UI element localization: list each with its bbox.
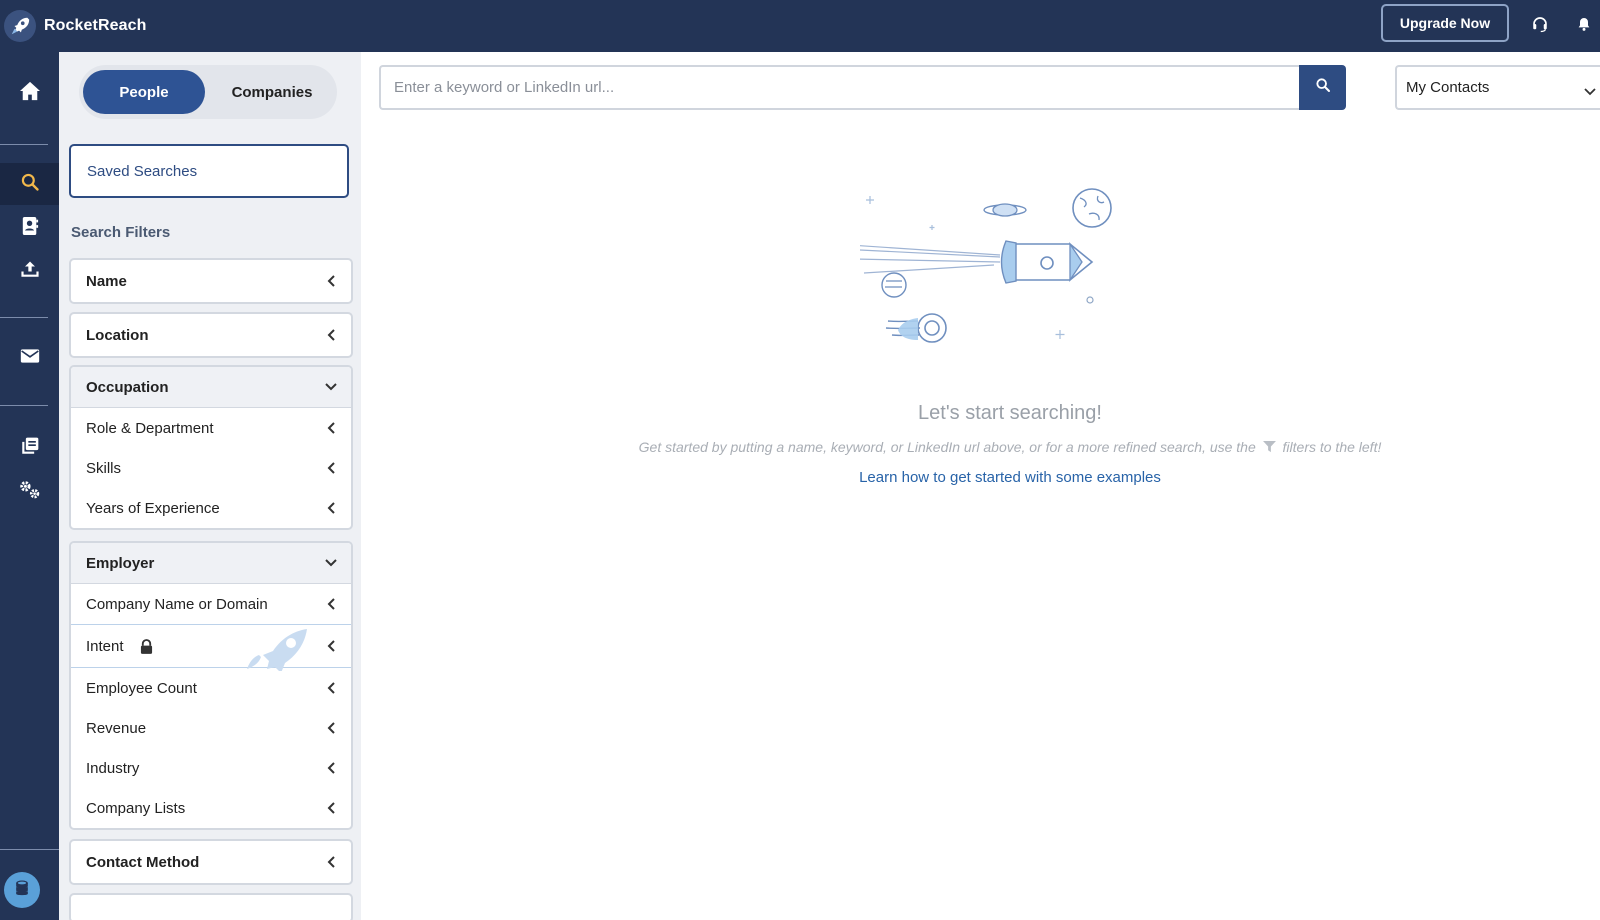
rail-divider <box>0 144 48 145</box>
rocket-logo-icon <box>4 10 36 42</box>
database-coins-icon <box>12 878 32 903</box>
chevron-left-icon <box>325 598 337 610</box>
chevron-left-icon <box>325 722 337 734</box>
filter-contact-method[interactable]: Contact Method <box>69 839 353 885</box>
saved-searches-button[interactable]: Saved Searches <box>69 144 349 198</box>
chevron-left-icon <box>325 682 337 694</box>
filter-location[interactable]: Location <box>69 312 353 358</box>
filter-label: Years of Experience <box>86 499 220 517</box>
filter-company-lists[interactable]: Company Lists <box>71 788 351 828</box>
bell-icon[interactable] <box>1572 12 1596 36</box>
chevron-left-icon <box>325 502 337 514</box>
search-submit-button[interactable] <box>1299 65 1346 110</box>
filter-contact-method-header[interactable]: Contact Method <box>71 841 351 883</box>
chevron-down-icon <box>325 381 337 393</box>
upgrade-now-button[interactable]: Upgrade Now <box>1381 4 1509 42</box>
nav-messages[interactable] <box>0 337 59 379</box>
funnel-icon <box>1262 440 1276 456</box>
rail-divider <box>0 317 48 318</box>
rocket-watermark-icon <box>247 629 307 671</box>
filter-employer-group: Employer Company Name or Domain Intent E… <box>69 541 353 830</box>
filter-label: Employer <box>86 554 155 572</box>
filter-label: Industry <box>86 759 140 777</box>
credits-avatar[interactable] <box>4 872 40 908</box>
filter-label: Employee Count <box>86 679 197 697</box>
filter-company-name-domain[interactable]: Company Name or Domain <box>71 584 351 624</box>
chevron-left-icon <box>325 640 337 652</box>
filter-location-header[interactable]: Location <box>71 314 351 356</box>
contacts-scope-select[interactable]: My Contacts <box>1395 65 1600 110</box>
filter-industry[interactable]: Industry <box>71 748 351 788</box>
headset-icon[interactable] <box>1528 12 1552 36</box>
chevron-left-icon <box>325 802 337 814</box>
filter-intent[interactable]: Intent <box>71 624 351 671</box>
nav-search[interactable] <box>0 163 59 205</box>
chevron-left-icon <box>325 762 337 774</box>
rocket-illustration <box>860 188 1112 343</box>
filter-next-partial[interactable] <box>69 893 353 920</box>
chevron-left-icon <box>325 329 337 341</box>
empty-state-title: Let's start searching! <box>918 402 1102 424</box>
filter-label: Company Name or Domain <box>86 595 268 613</box>
chevron-left-icon <box>325 856 337 868</box>
search-input[interactable] <box>379 65 1300 110</box>
filter-name[interactable]: Name <box>69 258 353 304</box>
nav-contacts[interactable] <box>0 207 59 249</box>
home-icon <box>19 81 41 106</box>
rail-divider <box>0 849 59 850</box>
contact-book-icon <box>21 216 39 241</box>
search-filters-heading: Search Filters <box>71 224 171 241</box>
chevron-down-icon <box>1584 83 1596 100</box>
filter-panel: People Companies Saved Searches Search F… <box>59 52 361 920</box>
upload-icon <box>20 259 40 284</box>
filter-years-experience[interactable]: Years of Experience <box>71 488 351 528</box>
envelope-icon <box>20 348 40 369</box>
filter-employer-header[interactable]: Employer <box>71 543 351 584</box>
empty-subtitle-before: Get started by putting a name, keyword, … <box>638 439 1256 455</box>
search-icon <box>1315 77 1331 98</box>
filter-label: Company Lists <box>86 799 186 817</box>
nav-home[interactable] <box>0 72 59 114</box>
contacts-scope-value: My Contacts <box>1406 79 1490 96</box>
filter-label: Occupation <box>86 378 169 396</box>
left-nav-rail <box>0 52 59 920</box>
filter-employee-count[interactable]: Employee Count <box>71 668 351 708</box>
chevron-down-icon <box>325 557 337 569</box>
people-companies-toggle: People Companies <box>79 65 337 119</box>
toggle-people[interactable]: People <box>83 70 205 114</box>
filter-revenue[interactable]: Revenue <box>71 708 351 748</box>
learn-examples-link[interactable]: Learn how to get started with some examp… <box>0 469 1600 486</box>
filter-label: Contact Method <box>86 853 200 871</box>
app-logo[interactable]: RocketReach <box>4 6 146 46</box>
empty-state-subtitle: Get started by putting a name, keyword, … <box>0 439 1600 456</box>
lock-icon <box>140 638 153 654</box>
toggle-companies[interactable]: Companies <box>211 70 333 114</box>
search-bar <box>379 65 1346 110</box>
empty-subtitle-after: filters to the left! <box>1282 439 1382 455</box>
app-name: RocketReach <box>44 17 147 34</box>
search-icon <box>20 172 40 197</box>
filter-label: Name <box>86 272 127 290</box>
chevron-left-icon <box>325 275 337 287</box>
filter-label: Location <box>86 326 149 344</box>
filter-name-header[interactable]: Name <box>71 260 351 302</box>
top-bar: RocketReach Upgrade Now <box>0 0 1600 52</box>
filter-label: Revenue <box>86 719 147 737</box>
filter-label: Intent <box>86 637 124 655</box>
nav-upload[interactable] <box>0 250 59 292</box>
